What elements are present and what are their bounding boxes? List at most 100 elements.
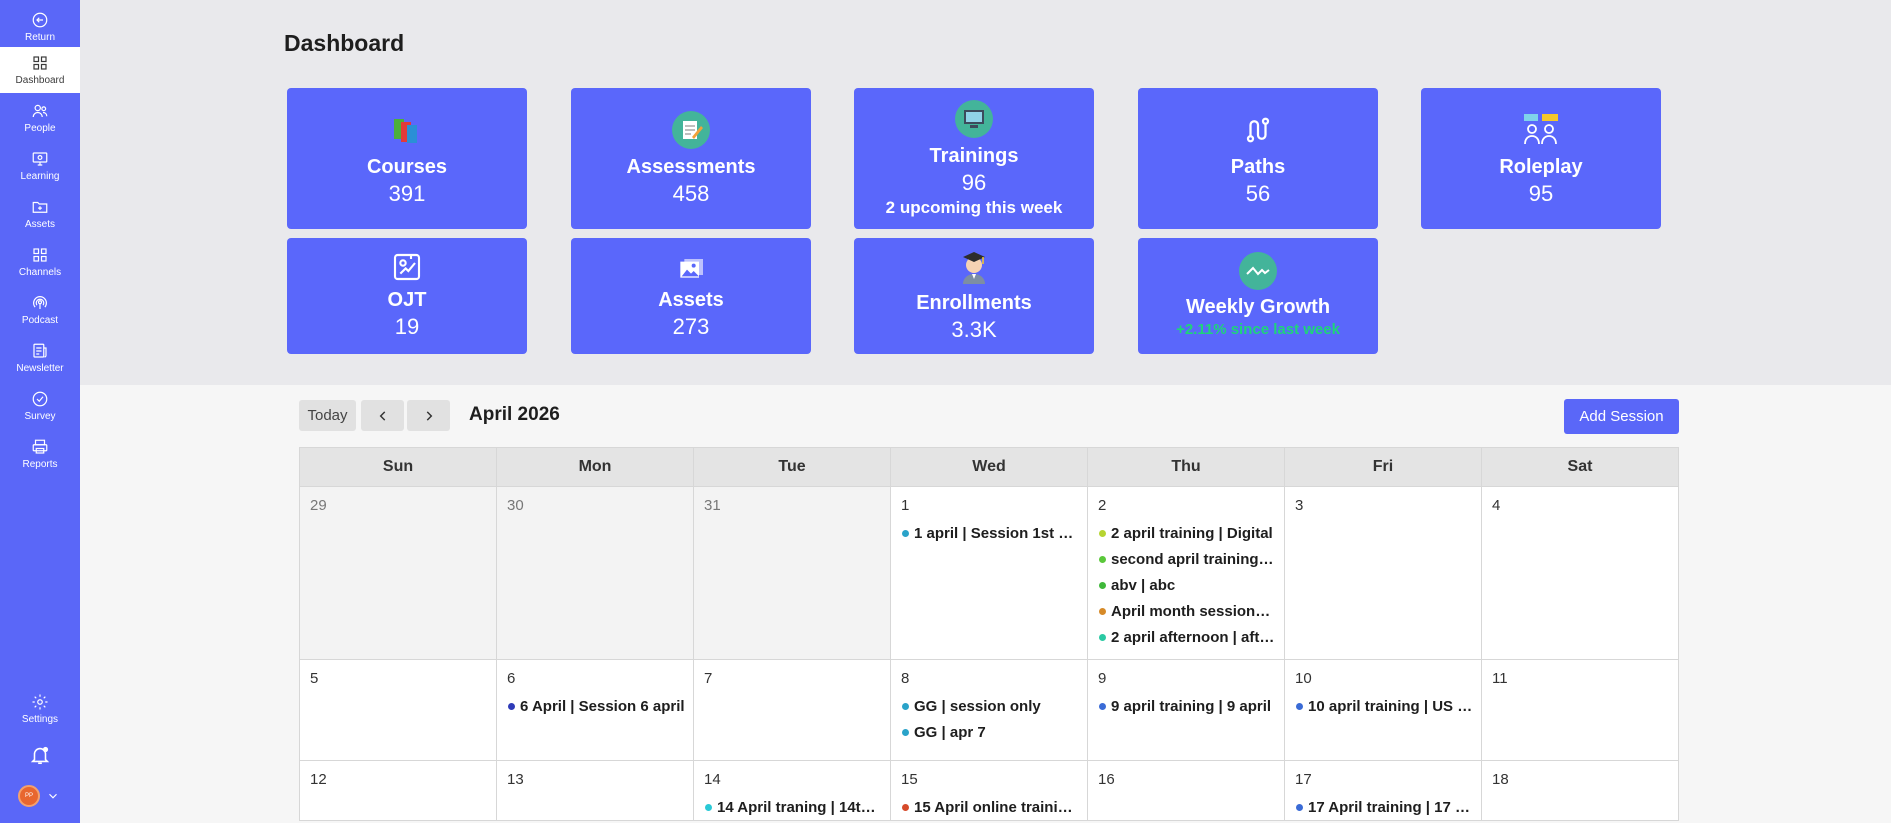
images-icon [671, 251, 711, 283]
day-number: 15 [901, 771, 918, 788]
trainings-card[interactable]: Trainings 96 2 upcoming this week [854, 88, 1094, 229]
event-title: 1 april | Session 1st april [914, 524, 1079, 542]
sidebar-item-settings[interactable]: Settings [0, 686, 80, 732]
calendar-event[interactable]: abv | abc [1088, 572, 1284, 598]
route-icon [1238, 110, 1278, 150]
courses-card[interactable]: Courses 391 [287, 88, 527, 229]
calendar-event[interactable]: second april training | session [1088, 546, 1284, 572]
day-number: 9 [1098, 670, 1107, 687]
calendar-day-cell[interactable]: 17 17 April training | 17 april [1284, 760, 1482, 821]
calendar-day-cell[interactable]: 66 April | Session 6 april [496, 659, 694, 761]
day-number: 12 [310, 771, 327, 788]
calendar-event[interactable]: GG | apr 7 [891, 719, 1087, 745]
user-menu[interactable]: PP [18, 785, 60, 807]
graduate-icon [954, 248, 994, 286]
calendar-day-cell[interactable]: 22 april training | Digital second april … [1087, 486, 1285, 660]
dashboard-icon [33, 56, 47, 70]
podcast-icon [33, 296, 47, 309]
calendar-event[interactable]: 14 April traning | 14th april [694, 794, 890, 820]
day-number: 29 [310, 497, 327, 514]
calendar-day-cell[interactable]: 3 [1284, 486, 1482, 660]
sidebar-item-learning[interactable]: Learning [0, 143, 80, 189]
growth-rate: +2.11% since last week [1176, 321, 1340, 338]
weekly-growth-card[interactable]: Weekly Growth +2.11% since last week [1138, 238, 1378, 354]
card-label: Assets [658, 289, 724, 311]
calendar-day-cell[interactable]: 14 14 April traning | 14th april [693, 760, 891, 821]
learning-icon [32, 152, 48, 166]
page-title: Dashboard [284, 30, 405, 56]
calendar-event[interactable]: 17 April training | 17 april [1285, 794, 1481, 820]
calendar-event[interactable]: 6 April | Session 6 april [497, 693, 693, 719]
sidebar-item-podcast[interactable]: Podcast [0, 287, 80, 333]
enrollments-card[interactable]: Enrollments 3.3K [854, 238, 1094, 354]
calendar-day-cell[interactable]: 13 [496, 760, 694, 821]
day-number: 2 [1098, 497, 1107, 514]
calendar-day-cell[interactable]: 4 [1481, 486, 1679, 660]
calendar-event[interactable]: 2 april training | Digital [1088, 520, 1284, 546]
calendar-day-cell[interactable]: 31 [693, 486, 891, 660]
notification-bell-icon[interactable] [29, 744, 51, 766]
assets-card[interactable]: Assets 273 [571, 238, 811, 354]
calendar-week-row: 12131414 April traning | 14th april1515 … [299, 760, 1679, 821]
calendar-day-cell[interactable]: 11 [1481, 659, 1679, 761]
day-number: 16 [1098, 771, 1115, 788]
event-title: 14 April traning | 14th april [717, 798, 882, 816]
event-dot-icon [1099, 555, 1106, 563]
calendar-day-cell[interactable]: 7 [693, 659, 891, 761]
calendar-day-cell[interactable]: 29 [299, 486, 497, 660]
sidebar-item-reports[interactable]: Reports [0, 431, 80, 477]
card-value: 95 [1528, 180, 1554, 206]
avatar[interactable]: PP [18, 785, 40, 807]
calendar-day-cell[interactable]: 5 [299, 659, 497, 761]
calendar-event[interactable]: 15 April online training | online [891, 794, 1087, 820]
return-icon [32, 12, 48, 28]
paths-card[interactable]: Paths 56 [1138, 88, 1378, 229]
ojt-card[interactable]: OJT 19 [287, 238, 527, 354]
today-button[interactable]: Today [299, 400, 356, 431]
card-label: OJT [387, 289, 427, 311]
chevron-down-icon[interactable] [46, 789, 60, 803]
event-dot-icon [902, 728, 909, 736]
calendar-event[interactable]: 10 april training | US timezone [1285, 693, 1481, 719]
day-number: 1 [901, 497, 910, 514]
calendar-event[interactable]: 9 april training | 9 april [1088, 693, 1284, 719]
roleplay-icon [1521, 110, 1561, 150]
calendar-day-cell[interactable]: 10 10 april training | US timezone [1284, 659, 1482, 761]
calendar-day-cell[interactable]: 11 april | Session 1st april [890, 486, 1088, 660]
calendar-event[interactable]: April month sessions | april [1088, 598, 1284, 624]
day-number: 10 [1295, 670, 1312, 687]
event-title: 2 april training | Digital [1111, 524, 1273, 542]
calendar-event[interactable]: 2 april afternoon | afternoon [1088, 624, 1284, 650]
growth-chart-icon [1238, 252, 1278, 290]
event-dot-icon [1099, 633, 1106, 641]
roleplay-card[interactable]: Roleplay 95 [1421, 88, 1661, 229]
assessments-card[interactable]: Assessments 458 [571, 88, 811, 229]
monitor-icon [954, 99, 994, 139]
ojt-icon [387, 251, 427, 283]
sidebar-item-assets[interactable]: Assets [0, 191, 80, 237]
card-label: Assessments [626, 155, 756, 178]
calendar-day-cell[interactable]: 12 [299, 760, 497, 821]
event-dot-icon [705, 803, 712, 811]
event-dot-icon [1296, 803, 1303, 811]
next-month-button[interactable] [407, 400, 450, 431]
day-number: 3 [1295, 497, 1304, 514]
calendar-event[interactable]: 1 april | Session 1st april [891, 520, 1087, 546]
calendar-day-cell[interactable]: 9 9 april training | 9 april [1087, 659, 1285, 761]
sidebar-item-dashboard[interactable]: Dashboard [0, 47, 80, 93]
sidebar-item-people[interactable]: People [0, 95, 80, 141]
calendar-day-cell[interactable]: 15 15 April online training | online [890, 760, 1088, 821]
calendar-event[interactable]: GG | session only [891, 693, 1087, 719]
calendar-day-cell[interactable]: 18 [1481, 760, 1679, 821]
add-session-button[interactable]: Add Session [1564, 399, 1679, 434]
calendar-day-cell[interactable]: 16 [1087, 760, 1285, 821]
calendar-day-cell[interactable]: 30 [496, 486, 694, 660]
sidebar-item-channels[interactable]: Channels [0, 239, 80, 285]
sidebar-item-survey[interactable]: Survey [0, 383, 80, 429]
sidebar-item-newsletter[interactable]: Newsletter [0, 335, 80, 381]
weekday-header: Wed [890, 447, 1088, 487]
sidebar: Return Dashboard People Learning Assets … [0, 0, 80, 823]
sidebar-item-return[interactable]: Return [0, 4, 80, 50]
calendar-day-cell[interactable]: 8 GG | session only GG | apr 7 [890, 659, 1088, 761]
prev-month-button[interactable] [361, 400, 404, 431]
